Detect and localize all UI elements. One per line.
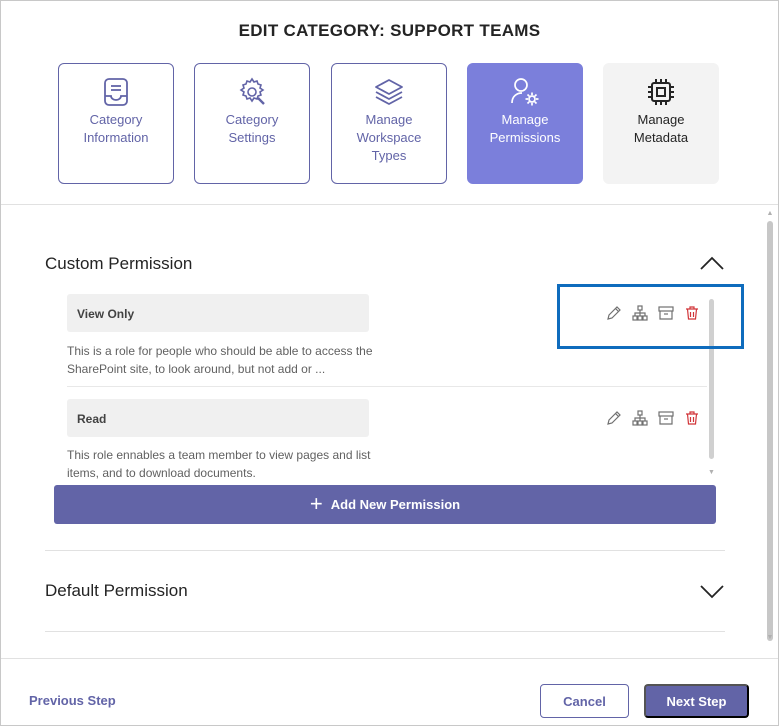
add-new-permission-button[interactable]: + Add New Permission xyxy=(54,485,716,524)
previous-step-link[interactable]: Previous Step xyxy=(29,693,116,708)
step-label: Category Settings xyxy=(225,112,279,145)
permission-description: This role ennables a team member to view… xyxy=(67,448,371,479)
archive-icon[interactable] xyxy=(657,304,675,322)
chevron-up-icon[interactable] xyxy=(699,254,725,274)
scroll-up-arrow[interactable]: ▲ xyxy=(766,210,774,218)
chip-icon xyxy=(604,76,718,108)
step-label: Category Information xyxy=(83,112,149,145)
edit-category-dialog: EDIT CATEGORY: SUPPORT TEAMS Category In… xyxy=(0,0,779,726)
step-label: Manage Workspace Types xyxy=(356,112,422,163)
dialog-title: EDIT CATEGORY: SUPPORT TEAMS xyxy=(238,21,541,40)
permission-description: This is a role for people who should be … xyxy=(67,344,373,376)
permission-actions xyxy=(605,303,701,323)
step-label: Manage Metadata xyxy=(633,112,689,145)
step-manage-workspace-types[interactable]: Manage Workspace Types xyxy=(331,63,447,184)
scroll-down-arrow[interactable]: ▼ xyxy=(766,634,774,642)
next-step-button[interactable]: Next Step xyxy=(644,684,749,718)
trash-icon[interactable] xyxy=(683,304,701,322)
custom-permission-header[interactable]: Custom Permission xyxy=(45,254,725,286)
trash-icon[interactable] xyxy=(683,409,701,427)
hierarchy-icon[interactable] xyxy=(631,304,649,322)
section-divider xyxy=(45,550,725,551)
layers-icon xyxy=(332,76,446,108)
step-category-information[interactable]: Category Information xyxy=(58,63,174,184)
footer-divider xyxy=(1,658,778,659)
inbox-icon xyxy=(59,76,173,108)
plus-icon: + xyxy=(309,490,323,516)
header-divider xyxy=(1,204,778,205)
permission-name: View Only xyxy=(67,294,369,332)
add-button-label: Add New Permission xyxy=(330,497,461,512)
section-title: Default Permission xyxy=(45,581,188,600)
permission-list-scrollbar[interactable] xyxy=(709,299,714,459)
hierarchy-icon[interactable] xyxy=(631,409,649,427)
pencil-icon[interactable] xyxy=(605,409,623,427)
person-gear-icon xyxy=(468,76,582,108)
step-category-settings[interactable]: Category Settings xyxy=(194,63,310,184)
list-scroll-down-arrow[interactable]: ▼ xyxy=(708,469,715,476)
cancel-button[interactable]: Cancel xyxy=(540,684,629,718)
default-permission-header[interactable]: Default Permission xyxy=(45,581,725,613)
gear-wrench-icon xyxy=(195,76,309,108)
section-title: Custom Permission xyxy=(45,254,193,273)
content-scrollbar[interactable] xyxy=(767,221,773,641)
pencil-icon[interactable] xyxy=(605,304,623,322)
chevron-down-icon[interactable] xyxy=(699,581,725,601)
step-manage-metadata[interactable]: Manage Metadata xyxy=(603,63,719,184)
archive-icon[interactable] xyxy=(657,409,675,427)
step-manage-permissions[interactable]: Manage Permissions xyxy=(467,63,583,184)
permission-list: View Only This is a role for people who … xyxy=(55,284,715,479)
step-label: Manage Permissions xyxy=(489,112,561,145)
item-divider xyxy=(67,386,707,387)
permission-name: Read xyxy=(67,399,369,437)
permission-actions xyxy=(605,408,701,428)
section-divider xyxy=(45,631,725,632)
